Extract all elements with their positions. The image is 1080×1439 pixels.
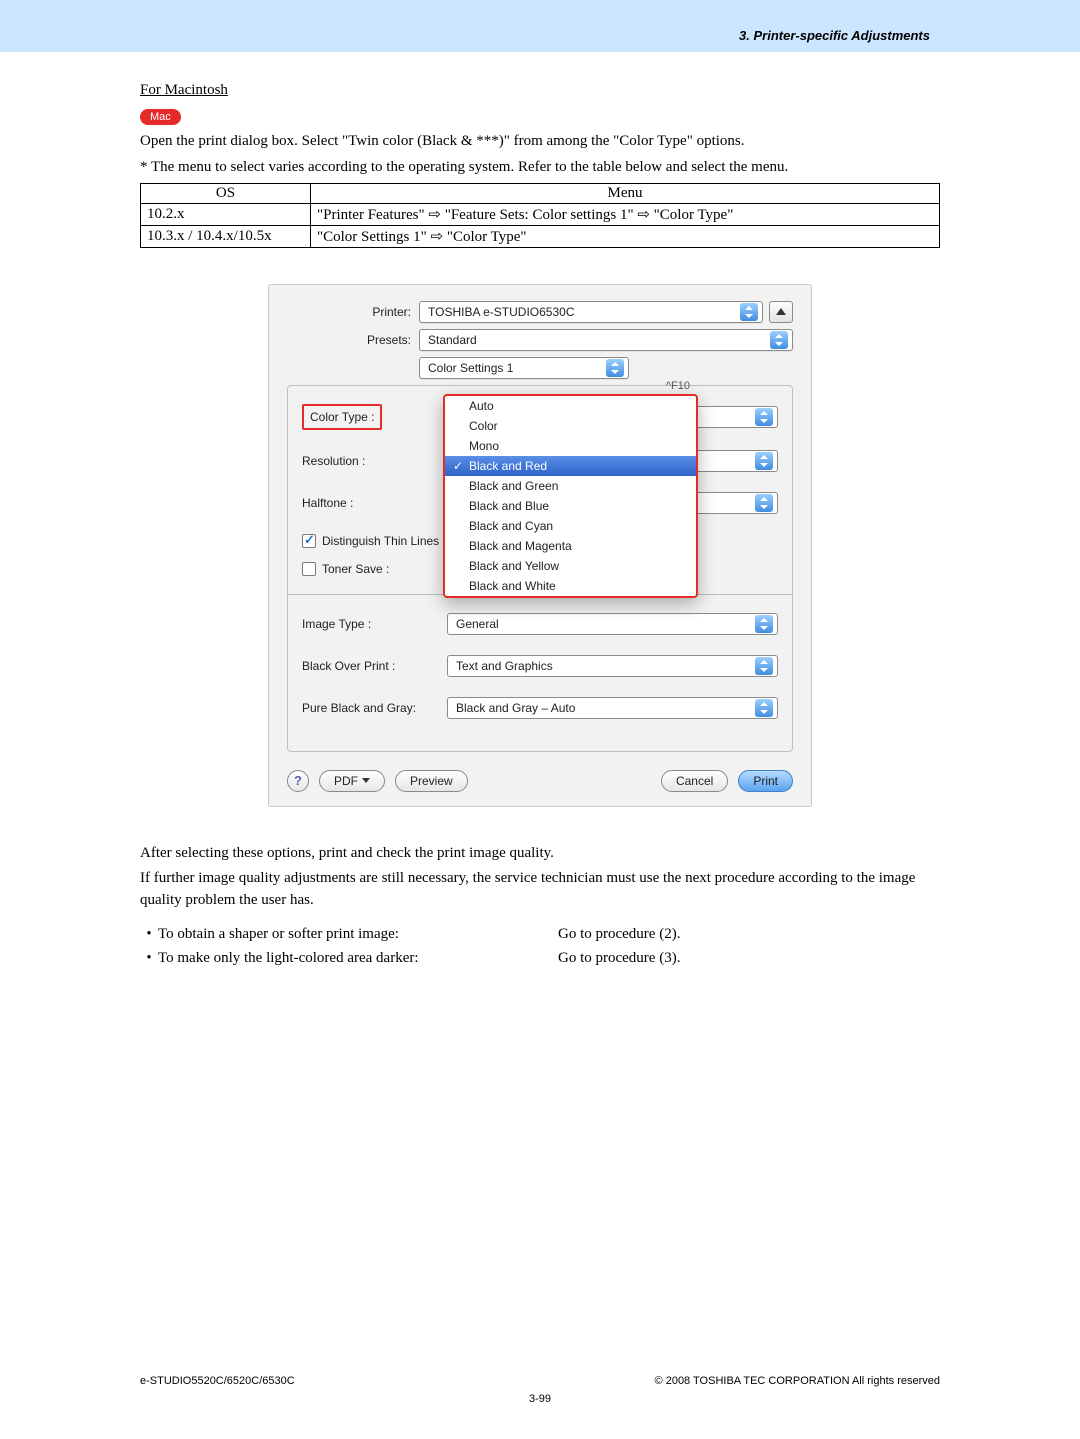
mac-badge: Mac [140, 109, 181, 125]
menu-shortcut: ^F10 [666, 380, 690, 392]
note-text: * The menu to select varies according to… [140, 157, 940, 179]
help-button[interactable]: ? [287, 770, 309, 792]
presets-label: Presets: [287, 333, 419, 347]
color-settings-panel: ^F10 Auto Color Mono Black and Red Black… [287, 385, 793, 752]
color-type-label: Color Type : [302, 404, 382, 430]
menu-item-selected[interactable]: Black and Red [445, 456, 696, 476]
footer-page-number: 3-99 [140, 1393, 940, 1405]
cancel-button[interactable]: Cancel [661, 770, 728, 792]
chevron-down-icon [362, 778, 370, 783]
distinguish-lines-label: Distinguish Thin Lines : [322, 534, 446, 548]
resolution-label: Resolution : [302, 454, 447, 468]
print-button[interactable]: Print [738, 770, 793, 792]
printer-label: Printer: [287, 305, 419, 319]
panel-section-value: Color Settings 1 [428, 361, 513, 375]
menu-item[interactable]: Black and Blue [445, 496, 696, 516]
th-os: OS [141, 183, 311, 203]
after-p1: After selecting these options, print and… [140, 843, 940, 865]
chevron-updown-icon [755, 452, 773, 470]
distinguish-lines-checkbox[interactable] [302, 534, 316, 548]
presets-value: Standard [428, 333, 477, 347]
disclosure-button[interactable] [769, 301, 793, 323]
menu-item[interactable]: Black and Yellow [445, 556, 696, 576]
toner-save-checkbox[interactable] [302, 562, 316, 576]
color-type-menu[interactable]: ^F10 Auto Color Mono Black and Red Black… [443, 394, 698, 598]
header-section-title: 3. Printer-specific Adjustments [739, 28, 930, 43]
chevron-updown-icon [755, 657, 773, 675]
toner-save-label: Toner Save : [322, 562, 389, 576]
preview-button[interactable]: Preview [395, 770, 468, 792]
printer-value: TOSHIBA e-STUDIO6530C [428, 305, 575, 319]
page-footer: e-STUDIO5520C/6520C/6530C © 2008 TOSHIBA… [0, 1375, 1080, 1405]
chevron-updown-icon [755, 699, 773, 717]
table-row: 10.3.x / 10.4.x/10.5x "Color Settings 1"… [141, 225, 940, 247]
pure-black-gray-label: Pure Black and Gray: [302, 701, 447, 715]
os-menu-table: OS Menu 10.2.x "Printer Features" ⇨ "Fea… [140, 183, 940, 248]
after-p2: If further image quality adjustments are… [140, 868, 940, 912]
section-title: For Macintosh [140, 82, 940, 99]
mac-print-dialog: Printer: TOSHIBA e-STUDIO6530C Presets: … [268, 284, 812, 807]
presets-select[interactable]: Standard [419, 329, 793, 351]
chevron-updown-icon [755, 408, 773, 426]
chevron-updown-icon [740, 303, 758, 321]
footer-copyright: © 2008 TOSHIBA TEC CORPORATION All right… [655, 1375, 940, 1387]
menu-item[interactable]: Auto [445, 396, 696, 416]
menu-item[interactable]: Black and Green [445, 476, 696, 496]
image-type-label: Image Type : [302, 617, 447, 631]
pure-black-gray-select[interactable]: Black and Gray – Auto [447, 697, 778, 719]
procedure-row: • To make only the light-colored area da… [140, 946, 940, 970]
image-type-select[interactable]: General [447, 613, 778, 635]
menu-item[interactable]: Black and Magenta [445, 536, 696, 556]
procedure-row: • To obtain a shaper or softer print ima… [140, 922, 940, 946]
th-menu: Menu [311, 183, 940, 203]
black-overprint-label: Black Over Print : [302, 659, 447, 673]
halftone-label: Halftone : [302, 496, 447, 510]
footer-model: e-STUDIO5520C/6520C/6530C [140, 1375, 295, 1387]
black-overprint-select[interactable]: Text and Graphics [447, 655, 778, 677]
menu-item[interactable]: Black and Cyan [445, 516, 696, 536]
menu-item[interactable]: Mono [445, 436, 696, 456]
chevron-updown-icon [755, 494, 773, 512]
chevron-updown-icon [606, 359, 624, 377]
menu-item[interactable]: Black and White [445, 576, 696, 596]
printer-select[interactable]: TOSHIBA e-STUDIO6530C [419, 301, 763, 323]
table-row: 10.2.x "Printer Features" ⇨ "Feature Set… [141, 203, 940, 225]
chevron-updown-icon [770, 331, 788, 349]
pdf-button[interactable]: PDF [319, 770, 385, 792]
chevron-updown-icon [755, 615, 773, 633]
intro-text: Open the print dialog box. Select "Twin … [140, 131, 940, 153]
menu-item[interactable]: Color [445, 416, 696, 436]
panel-section-select[interactable]: Color Settings 1 [419, 357, 629, 379]
header-band: 3. Printer-specific Adjustments [0, 0, 1080, 52]
